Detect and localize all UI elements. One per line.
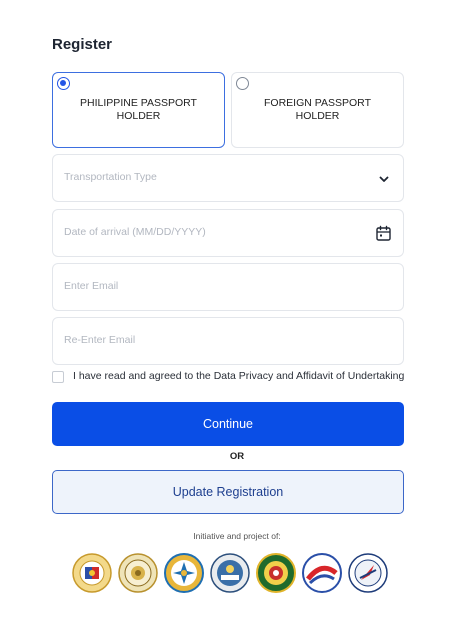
- agreement-checkbox[interactable]: [52, 371, 64, 383]
- reenter-email-field[interactable]: Re-Enter Email: [52, 317, 404, 365]
- foreign-passport-label: FOREIGN PASSPORT HOLDER: [264, 97, 371, 122]
- date-of-arrival-field[interactable]: Date of arrival (MM/DD/YYYY): [52, 209, 404, 257]
- seal-icon-3: [164, 553, 204, 593]
- foreign-passport-option[interactable]: FOREIGN PASSPORT HOLDER: [231, 72, 404, 148]
- philippine-passport-option[interactable]: PHILIPPINE PASSPORT HOLDER: [52, 72, 225, 148]
- email-field[interactable]: Enter Email: [52, 263, 404, 311]
- seal-icon-5: [256, 553, 296, 593]
- continue-button[interactable]: Continue: [52, 402, 404, 446]
- seal-icon-7: [348, 553, 388, 593]
- calendar-icon[interactable]: [375, 225, 392, 242]
- radio-unselected-icon[interactable]: [236, 77, 249, 90]
- radio-selected-icon[interactable]: [57, 77, 70, 90]
- email-placeholder: Enter Email: [64, 280, 119, 292]
- page-title: Register: [52, 36, 113, 53]
- seal-icon-2: [118, 553, 158, 593]
- date-of-arrival-placeholder: Date of arrival (MM/DD/YYYY): [64, 226, 206, 238]
- philippine-passport-label: PHILIPPINE PASSPORT HOLDER: [80, 97, 197, 122]
- transportation-type-select[interactable]: Transportation Type: [52, 154, 404, 202]
- chevron-down-icon[interactable]: [377, 172, 391, 186]
- or-divider-text: OR: [229, 451, 245, 462]
- seal-icon-6: [302, 553, 342, 593]
- reenter-email-placeholder: Re-Enter Email: [64, 334, 136, 346]
- update-registration-button[interactable]: Update Registration: [52, 470, 404, 514]
- seal-icon-4: [210, 553, 250, 593]
- seal-icon-1: [72, 553, 112, 593]
- agreement-label[interactable]: I have read and agreed to the Data Priva…: [73, 370, 404, 382]
- transportation-type-placeholder: Transportation Type: [64, 171, 157, 183]
- initiative-text: Initiative and project of:: [193, 531, 281, 541]
